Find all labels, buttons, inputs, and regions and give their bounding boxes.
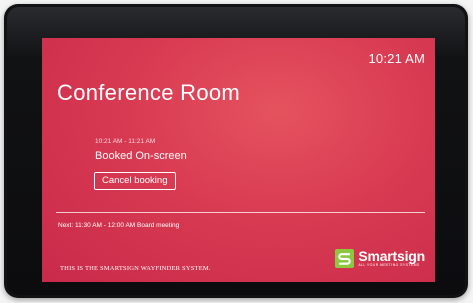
smartsign-logo-icon (335, 249, 355, 268)
smartsign-logo: Smartsign ALL YOUR MEETING SYSTEMS (335, 249, 425, 268)
logo-tagline: ALL YOUR MEETING SYSTEMS (358, 263, 420, 268)
current-time: 10:21 AM (368, 51, 425, 66)
footer-text: THIS IS THE SMARTSIGN WAYFINDER SYSTEM. (60, 265, 211, 272)
cancel-booking-button[interactable]: Cancel booking (94, 172, 176, 190)
room-display-screen: 10:21 AM Conference Room 10:21 AM - 11:2… (42, 38, 435, 282)
booking-time-range: 10:21 AM - 11:21 AM (95, 138, 156, 145)
booking-status: Booked On-screen (95, 150, 187, 162)
logo-name: Smartsign (358, 248, 425, 265)
divider (56, 212, 425, 213)
room-title: Conference Room (57, 80, 241, 105)
tablet-device: 10:21 AM Conference Room 10:21 AM - 11:2… (4, 4, 468, 298)
next-meeting-info: Next: 11:30 AM - 12:00 AM Board meeting (58, 222, 180, 229)
